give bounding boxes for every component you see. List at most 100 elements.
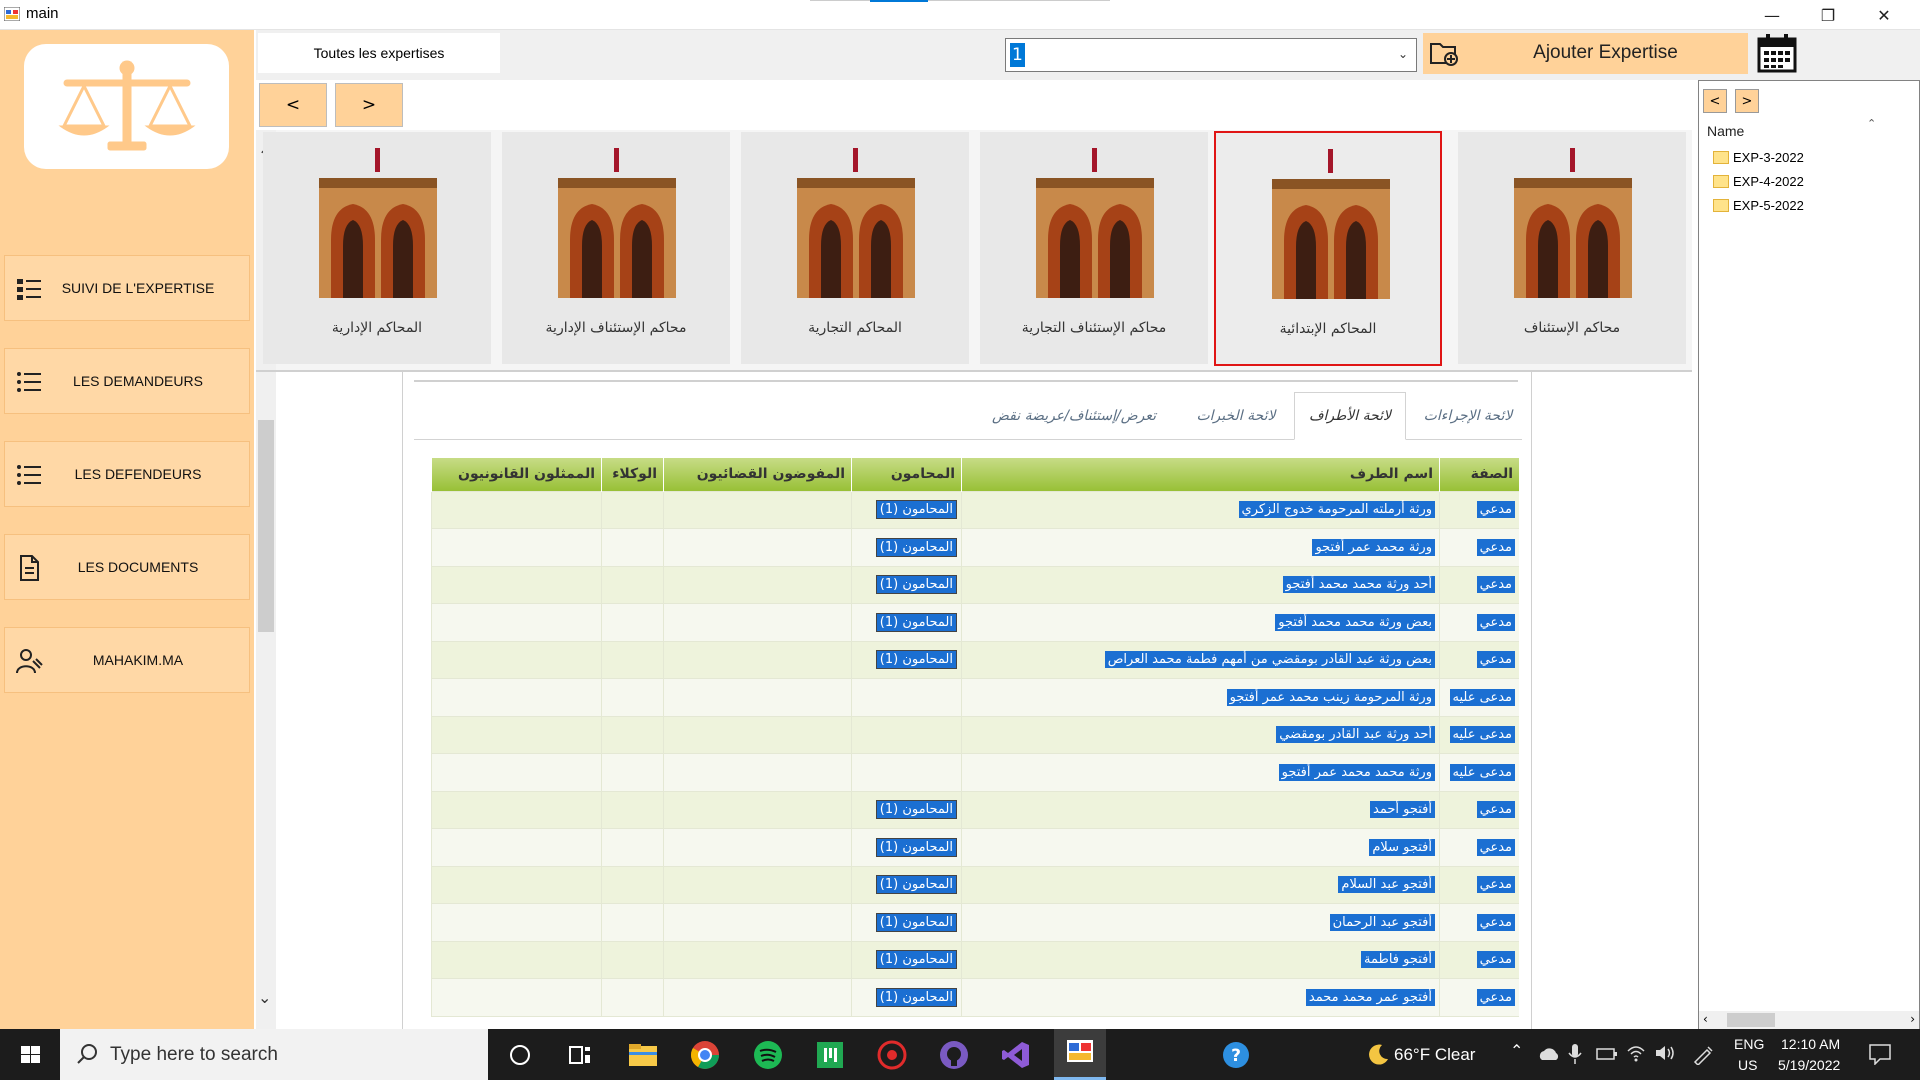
lawyers-cell-text[interactable]: المحامون (1) (875, 800, 957, 820)
table-row[interactable]: مدعي أفتجو عبد السلام المحامون (1) (431, 865, 1519, 904)
party-role-cell[interactable]: مدعي (1439, 865, 1519, 904)
nav-mahakim-button[interactable]: MAHAKIM.MA (4, 627, 250, 693)
clock-time[interactable]: 12:10 AM (1781, 1036, 1840, 1052)
tab-expertises[interactable]: لائحة الخبرات (1184, 392, 1288, 439)
party-name-cell[interactable]: بعض ورثة محمد محمد أفتجو (961, 603, 1440, 642)
column-header-agents[interactable]: الوكلاء (601, 458, 664, 491)
nav-documents-button[interactable]: LES DOCUMENTS (4, 534, 250, 600)
nav-demandeurs-button[interactable]: LES DEMANDEURS (4, 348, 250, 414)
agents-cell[interactable] (601, 490, 664, 529)
volume-icon[interactable] (1654, 1043, 1678, 1063)
party-role-cell[interactable]: مدعي (1439, 603, 1519, 642)
table-row[interactable]: مدعي أفتجو أحمد المحامون (1) (431, 790, 1519, 829)
legal-reps-cell[interactable] (431, 565, 602, 604)
green-app-icon[interactable] (812, 1037, 848, 1073)
party-role-cell[interactable]: مدعي (1439, 978, 1519, 1017)
lawyers-cell-text[interactable]: المحامون (1) (875, 537, 957, 557)
onedrive-icon[interactable] (1538, 1045, 1560, 1063)
tab-parties[interactable]: لائحة الأطراف (1294, 392, 1406, 440)
party-role-cell[interactable]: مدعي (1439, 640, 1519, 679)
close-button[interactable]: ✕ (1856, 0, 1912, 30)
tree-item[interactable]: EXP-4-2022 (1713, 171, 1804, 191)
notifications-icon[interactable] (1868, 1043, 1892, 1065)
scroll-left-icon[interactable]: ‹ (1703, 1012, 1708, 1026)
legal-reps-cell[interactable] (431, 753, 602, 792)
legal-reps-cell[interactable] (431, 903, 602, 942)
table-row[interactable]: مدعي أفتجو سلام المحامون (1) (431, 828, 1519, 867)
horizontal-scrollbar[interactable]: ‹ › (1699, 1011, 1919, 1029)
help-icon[interactable]: ? (1218, 1037, 1254, 1073)
agents-cell[interactable] (601, 565, 664, 604)
legal-reps-cell[interactable] (431, 528, 602, 567)
party-role-cell[interactable]: مدعي (1439, 565, 1519, 604)
judicial-cell[interactable] (663, 490, 852, 529)
active-app-indicator[interactable] (1054, 1029, 1106, 1080)
judicial-cell[interactable] (663, 940, 852, 979)
judicial-cell[interactable] (663, 640, 852, 679)
column-header-legal[interactable]: الممثلون القانونيون (431, 458, 602, 491)
tab-procedures[interactable]: لائحة الإجراءات (1414, 392, 1522, 439)
taskbar-search-box[interactable]: Type here to search (60, 1029, 488, 1080)
lawyers-cell-text[interactable]: المحامون (1) (875, 650, 957, 670)
restore-button[interactable]: ❐ (1800, 0, 1856, 30)
scroll-down-icon[interactable]: ⌄ (258, 988, 271, 1007)
table-row[interactable]: مدعى عليه أحد ورثة عبد القادر بومقضي (431, 715, 1519, 754)
legal-reps-cell[interactable] (431, 490, 602, 529)
lawyers-cell[interactable]: المحامون (1) (851, 603, 962, 642)
agents-cell[interactable] (601, 903, 664, 942)
lawyers-cell-text[interactable]: المحامون (1) (875, 987, 957, 1007)
tree-prev-button[interactable]: < (1703, 89, 1727, 113)
tree-column-header[interactable]: Name (1707, 123, 1744, 139)
lawyers-cell[interactable]: المحامون (1) (851, 528, 962, 567)
lawyers-cell[interactable]: المحامون (1) (851, 940, 962, 979)
judicial-cell[interactable] (663, 678, 852, 717)
legal-reps-cell[interactable] (431, 603, 602, 642)
court-card-selected[interactable]: المحاكم الإبتدائية (1214, 131, 1442, 366)
lawyers-cell-text[interactable]: المحامون (1) (875, 912, 957, 932)
file-explorer-icon[interactable] (625, 1037, 661, 1073)
table-row[interactable]: مدعي أفتجو عبد الرحمان المحامون (1) (431, 903, 1519, 942)
legal-reps-cell[interactable] (431, 790, 602, 829)
judicial-cell[interactable] (663, 978, 852, 1017)
lawyers-cell[interactable]: المحامون (1) (851, 490, 962, 529)
judicial-cell[interactable] (663, 528, 852, 567)
region-code[interactable]: US (1738, 1057, 1757, 1073)
agents-cell[interactable] (601, 603, 664, 642)
party-name-cell[interactable]: أفتجو فاطمة (961, 940, 1440, 979)
agents-cell[interactable] (601, 828, 664, 867)
judicial-cell[interactable] (663, 603, 852, 642)
agents-cell[interactable] (601, 640, 664, 679)
lawyers-cell[interactable] (851, 753, 962, 792)
weather-text[interactable]: 66°F Clear (1394, 1045, 1475, 1065)
party-name-cell[interactable]: بعض ورثة عبد القادر بومقضي من أمهم فطمة … (961, 640, 1440, 679)
party-role-cell[interactable]: مدعي (1439, 490, 1519, 529)
legal-reps-cell[interactable] (431, 678, 602, 717)
party-name-cell[interactable]: ورثة محمد محمد عمر أفتجو (961, 753, 1440, 792)
expertise-combobox[interactable]: 1 ⌄ (1005, 38, 1417, 72)
judicial-cell[interactable] (663, 903, 852, 942)
lawyers-cell[interactable]: المحامون (1) (851, 865, 962, 904)
legal-reps-cell[interactable] (431, 640, 602, 679)
pen-icon[interactable] (1692, 1043, 1716, 1065)
red-app-icon[interactable] (874, 1037, 910, 1073)
github-icon[interactable] (936, 1037, 972, 1073)
legal-reps-cell[interactable] (431, 865, 602, 904)
lawyers-cell[interactable]: المحامون (1) (851, 790, 962, 829)
judicial-cell[interactable] (663, 828, 852, 867)
tree-next-button[interactable]: > (1735, 89, 1759, 113)
scrollbar-thumb[interactable] (258, 420, 274, 632)
court-card[interactable]: محاكم الإستئناف الإدارية (502, 132, 730, 364)
table-row[interactable]: مدعي بعض ورثة عبد القادر بومقضي من أمهم ف… (431, 640, 1519, 679)
table-row[interactable]: مدعي ورثة محمد عمر أفتجو المحامون (1) (431, 528, 1519, 567)
lawyers-cell-text[interactable]: المحامون (1) (875, 612, 957, 632)
party-name-cell[interactable]: أفتجو عبد الرحمان (961, 903, 1440, 942)
table-row[interactable]: مدعي بعض ورثة محمد محمد أفتجو المحامون (1) (431, 603, 1519, 642)
party-name-cell[interactable]: أحد ورثة عبد القادر بومقضي (961, 715, 1440, 754)
column-header-lawyers[interactable]: المحامون (851, 458, 962, 491)
party-name-cell[interactable]: أفتجو أحمد (961, 790, 1440, 829)
microphone-icon[interactable] (1568, 1043, 1582, 1065)
column-header-judicial[interactable]: المفوضون القضائيون (663, 458, 852, 491)
agents-cell[interactable] (601, 528, 664, 567)
lawyers-cell-text[interactable]: المحامون (1) (875, 950, 957, 970)
calendar-icon[interactable] (1756, 33, 1798, 73)
